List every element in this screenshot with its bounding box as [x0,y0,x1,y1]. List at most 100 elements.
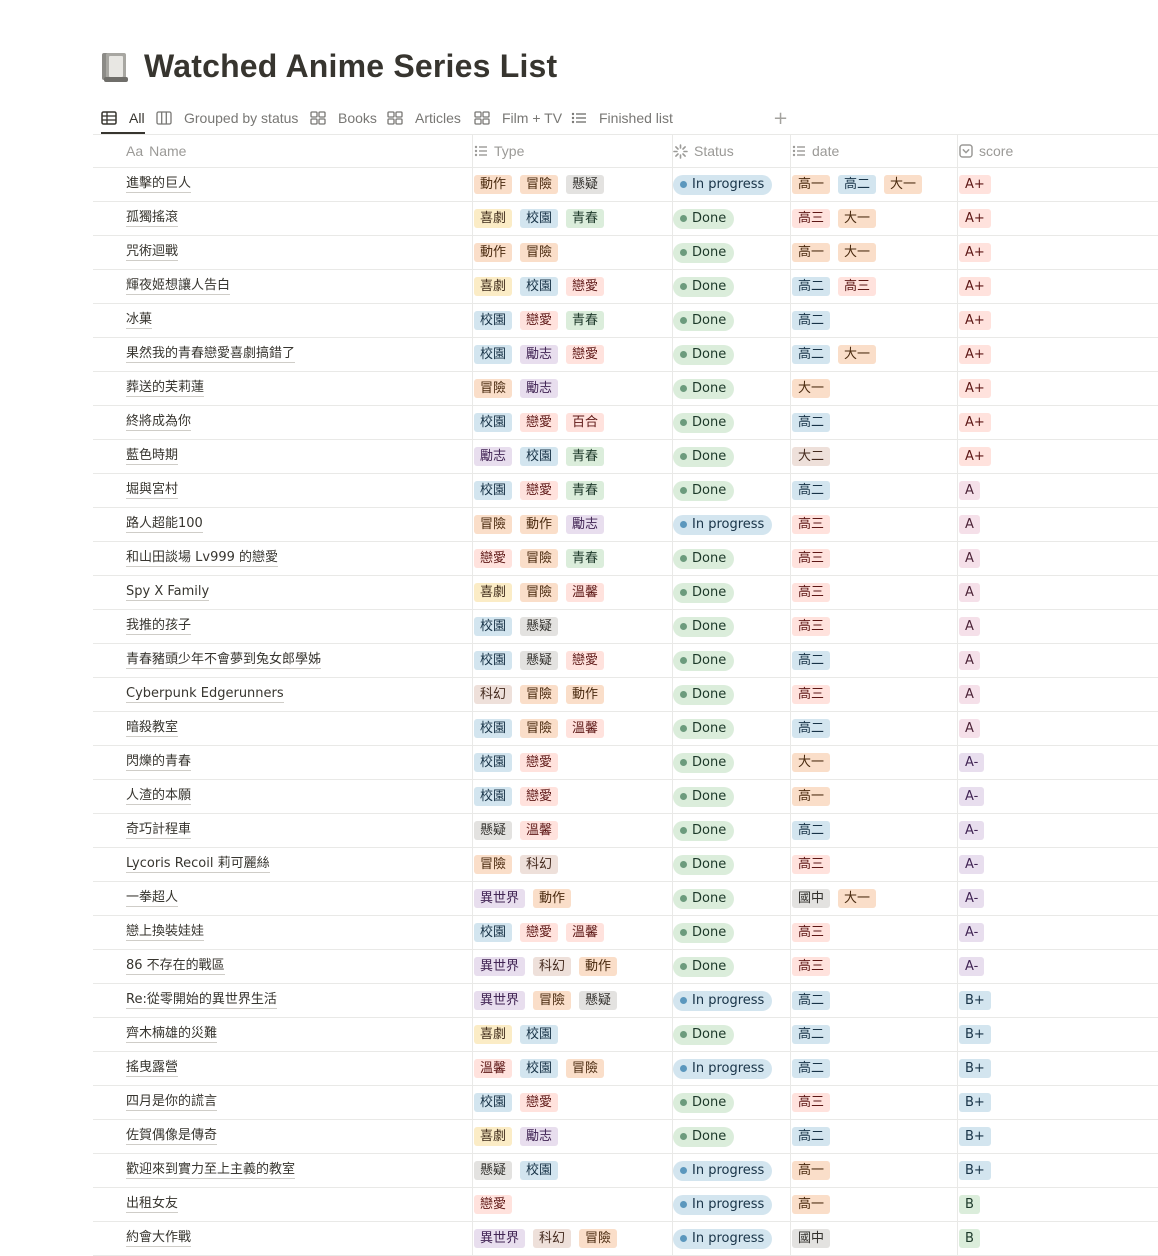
column-header-date[interactable]: date [792,135,957,167]
row-title-link[interactable]: 葬送的芙莉蓮 [126,380,205,397]
column-header-status[interactable]: Status [673,135,789,167]
cell-status[interactable]: Done [673,338,789,371]
cell-status[interactable]: Done [673,848,789,881]
cell-name[interactable]: 佐賀偶像是傳奇 [126,1120,466,1153]
table-row[interactable]: 我推的孩子 校園 懸疑 Done 高三 A [93,610,1158,644]
row-title-link[interactable]: 進擊的巨人 [126,176,192,193]
table-row[interactable]: Cyberpunk Edgerunners 科幻 冒險 動作 Done 高三 A [93,678,1158,712]
column-header-name[interactable]: Aa Name [126,135,466,167]
cell-date[interactable]: 高二 [792,1018,957,1051]
table-row[interactable]: 終將成為你 校園 戀愛 百合 Done 高二 A+ [93,406,1158,440]
cell-status[interactable]: In progress [673,984,789,1017]
cell-type[interactable]: 科幻 冒險 動作 [474,678,672,711]
cell-date[interactable]: 高一 [792,1188,957,1221]
cell-date[interactable]: 高二 [792,712,957,745]
tab-finished-list[interactable]: Finished list [571,104,673,132]
cell-type[interactable]: 異世界 動作 [474,882,672,915]
table-row[interactable]: 堀與宮村 校園 戀愛 青春 Done 高二 A [93,474,1158,508]
row-title-link[interactable]: 佐賀偶像是傳奇 [126,1128,218,1145]
column-header-score[interactable]: score [959,135,1149,167]
cell-date[interactable]: 高二 [792,406,957,439]
row-title-link[interactable]: 和山田談場 Lv999 的戀愛 [126,550,279,567]
add-view-button[interactable]: + [773,104,788,132]
cell-type[interactable]: 懸疑 校園 [474,1154,672,1187]
table-row[interactable]: 約會大作戰 異世界 科幻 冒險 In progress 國中 B [93,1222,1158,1256]
cell-score[interactable]: A+ [959,304,1149,337]
cell-name[interactable]: 果然我的青春戀愛喜劇搞錯了 [126,338,466,371]
row-title-link[interactable]: 藍色時期 [126,448,179,465]
cell-score[interactable]: A+ [959,236,1149,269]
cell-score[interactable]: A- [959,916,1149,949]
cell-type[interactable]: 異世界 科幻 動作 [474,950,672,983]
cell-name[interactable]: 86 不存在的戰區 [126,950,466,983]
cell-status[interactable]: Done [673,440,789,473]
table-row[interactable]: 和山田談場 Lv999 的戀愛 戀愛 冒險 青春 Done 高三 A [93,542,1158,576]
cell-score[interactable]: B+ [959,1018,1149,1051]
cell-status[interactable]: Done [673,1086,789,1119]
page-title[interactable]: Watched Anime Series List [144,48,557,85]
table-row[interactable]: 佐賀偶像是傳奇 喜劇 勵志 Done 高二 B+ [93,1120,1158,1154]
row-title-link[interactable]: 人渣的本願 [126,788,192,805]
cell-name[interactable]: 四月是你的謊言 [126,1086,466,1119]
book-icon[interactable] [100,50,130,84]
table-row[interactable]: 出租女友 戀愛 In progress 高一 B [93,1188,1158,1222]
cell-score[interactable]: A+ [959,168,1149,201]
cell-type[interactable]: 動作 冒險 懸疑 [474,168,672,201]
cell-score[interactable]: B+ [959,1086,1149,1119]
row-title-link[interactable]: Spy X Family [126,584,210,601]
cell-status[interactable]: In progress [673,1188,789,1221]
cell-date[interactable]: 高三 [792,848,957,881]
table-row[interactable]: 一拳超人 異世界 動作 Done 國中 大一 A- [93,882,1158,916]
table-row[interactable]: 葬送的芙莉蓮 冒險 勵志 Done 大一 A+ [93,372,1158,406]
cell-date[interactable]: 高二 [792,984,957,1017]
cell-name[interactable]: 我推的孩子 [126,610,466,643]
cell-date[interactable]: 高一 [792,1154,957,1187]
cell-score[interactable]: A- [959,882,1149,915]
table-row[interactable]: 咒術迴戰 動作 冒險 Done 高一 大一 A+ [93,236,1158,270]
row-title-link[interactable]: 路人超能100 [126,516,203,533]
cell-name[interactable]: Lycoris Recoil 莉可麗絲 [126,848,466,881]
cell-score[interactable]: A [959,644,1149,677]
cell-type[interactable]: 戀愛 冒險 青春 [474,542,672,575]
cell-status[interactable]: Done [673,406,789,439]
cell-status[interactable]: Done [673,916,789,949]
row-title-link[interactable]: 閃爍的青春 [126,754,192,771]
cell-date[interactable]: 高三 [792,542,957,575]
cell-status[interactable]: Done [673,814,789,847]
cell-status[interactable]: Done [673,542,789,575]
cell-score[interactable]: A- [959,814,1149,847]
cell-status[interactable]: In progress [673,1052,789,1085]
cell-score[interactable]: B [959,1188,1149,1221]
cell-score[interactable]: A+ [959,406,1149,439]
cell-name[interactable]: 堀與宮村 [126,474,466,507]
cell-type[interactable]: 懸疑 溫馨 [474,814,672,847]
cell-score[interactable]: A [959,508,1149,541]
cell-name[interactable]: 出租女友 [126,1188,466,1221]
cell-date[interactable]: 國中 大一 [792,882,957,915]
cell-name[interactable]: 人渣的本願 [126,780,466,813]
row-title-link[interactable]: 我推的孩子 [126,618,192,635]
cell-name[interactable]: 和山田談場 Lv999 的戀愛 [126,542,466,575]
cell-type[interactable]: 校園 戀愛 百合 [474,406,672,439]
cell-name[interactable]: 輝夜姬想讓人告白 [126,270,466,303]
table-row[interactable]: 四月是你的謊言 校園 戀愛 Done 高三 B+ [93,1086,1158,1120]
cell-status[interactable]: Done [673,712,789,745]
cell-type[interactable]: 校園 戀愛 青春 [474,474,672,507]
cell-type[interactable]: 動作 冒險 [474,236,672,269]
cell-type[interactable]: 戀愛 [474,1188,672,1221]
cell-name[interactable]: Cyberpunk Edgerunners [126,678,466,711]
cell-score[interactable]: A- [959,746,1149,779]
cell-date[interactable]: 高二 高三 [792,270,957,303]
cell-date[interactable]: 高二 [792,1120,957,1153]
cell-date[interactable]: 高二 [792,1052,957,1085]
table-row[interactable]: 冰菓 校園 戀愛 青春 Done 高二 A+ [93,304,1158,338]
row-title-link[interactable]: 堀與宮村 [126,482,179,499]
cell-name[interactable]: 終將成為你 [126,406,466,439]
cell-score[interactable]: B+ [959,1052,1149,1085]
cell-date[interactable]: 高三 [792,576,957,609]
cell-name[interactable]: 戀上換裝娃娃 [126,916,466,949]
cell-status[interactable]: Done [673,576,789,609]
cell-name[interactable]: 咒術迴戰 [126,236,466,269]
cell-status[interactable]: In progress [673,1154,789,1187]
tab-all[interactable]: All [101,104,145,134]
